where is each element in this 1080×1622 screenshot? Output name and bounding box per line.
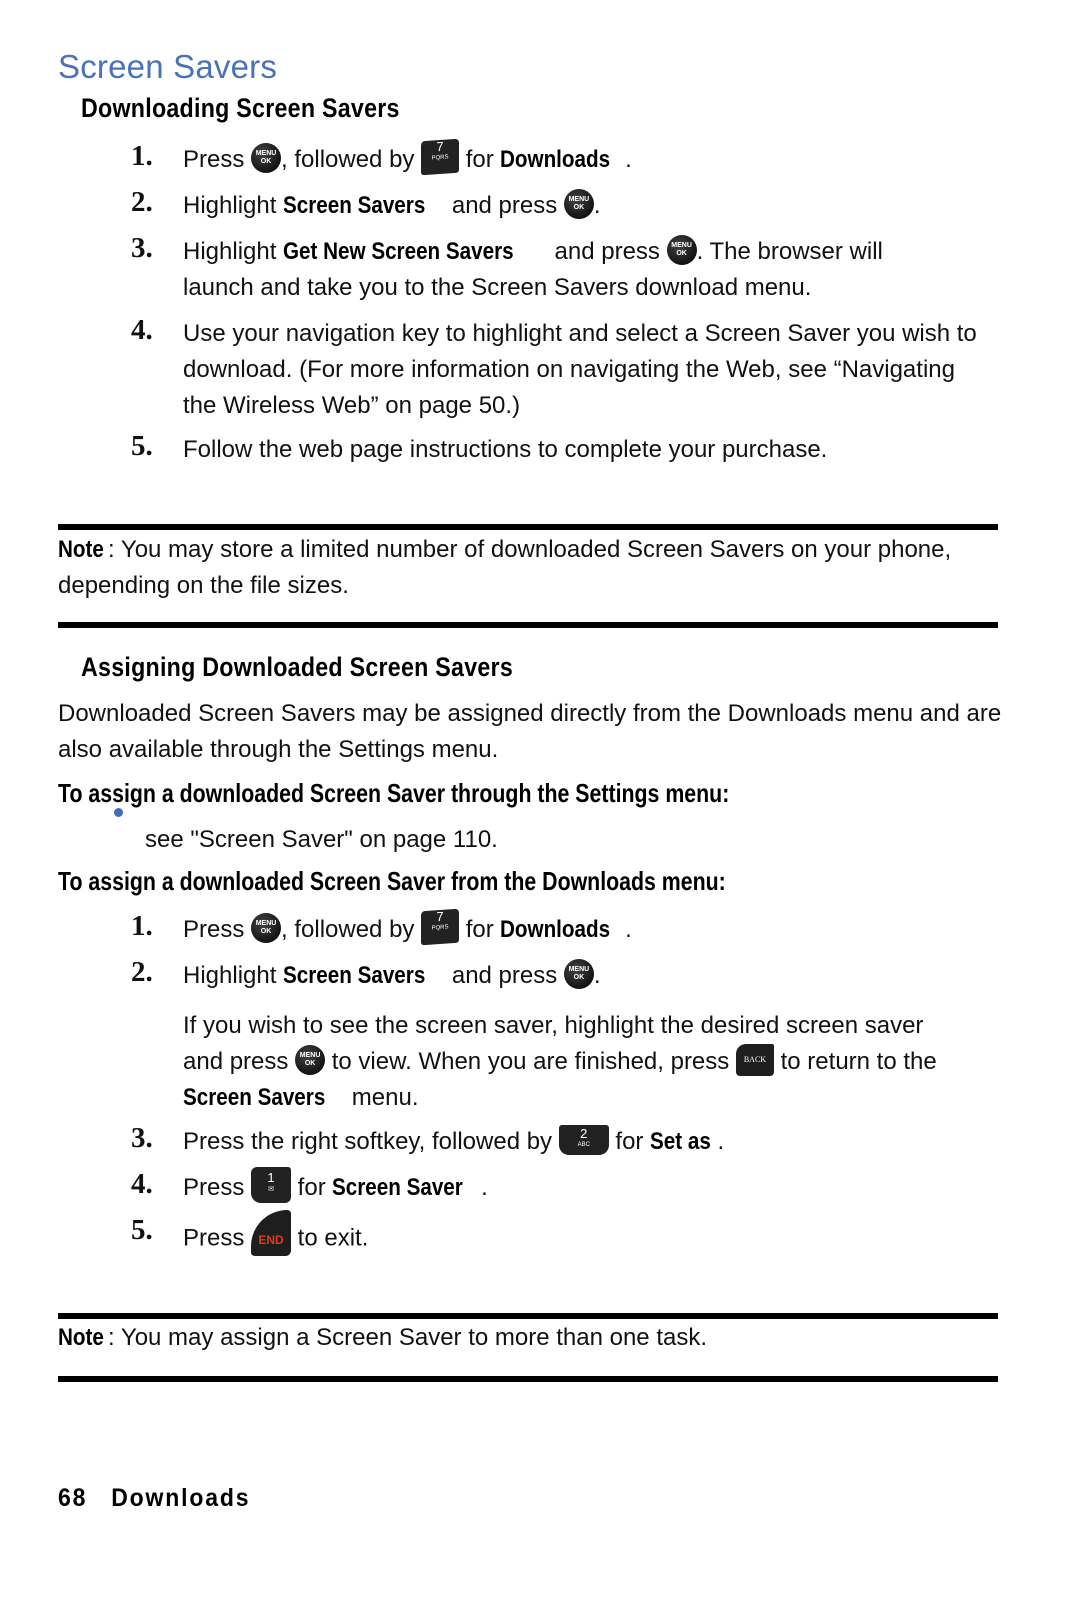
menu-ok-key-icon: MENU OK	[251, 912, 282, 943]
step-4-assign: Press 1 ✉ for Screen Saver.	[183, 1166, 488, 1207]
menu-ok-key-icon: MENU OK	[666, 234, 697, 265]
step-text: .	[593, 192, 601, 219]
step-number: 5.	[131, 1214, 153, 1246]
step-text: for	[608, 1128, 651, 1155]
step-text: Press	[183, 1224, 252, 1252]
step-text: .	[625, 916, 632, 943]
section-heading-assigning: Assigning Downloaded Screen Savers	[81, 652, 514, 682]
step-number: 4.	[131, 314, 153, 346]
menu-label-get-new-screen-savers: Get New Screen Savers	[283, 238, 514, 265]
step-number: 5.	[131, 430, 153, 462]
step-text: .	[481, 1174, 488, 1201]
menu-label-screen-savers: Screen Savers	[283, 192, 426, 219]
step-text: menu.	[345, 1084, 419, 1111]
step-2-assign: Highlight Screen Savers and press MENU OK…	[183, 958, 601, 994]
menu-label-downloads: Downloads	[500, 916, 611, 943]
menu-label-screen-savers: Screen Savers	[183, 1084, 326, 1111]
note-multiple-tasks: Note: You may assign a Screen Saver to m…	[58, 1320, 958, 1356]
bullet-icon	[114, 808, 123, 817]
step-text: and press	[445, 962, 564, 989]
step-text: and press	[445, 192, 564, 219]
step-number: 1.	[131, 140, 153, 172]
step-text: and press	[183, 1048, 296, 1075]
note-divider	[58, 1376, 998, 1382]
step-2-download: Highlight Screen Savers and press MENU OK…	[183, 188, 601, 224]
step-text: If you wish to see the screen saver, hig…	[183, 1012, 924, 1039]
step-1-assign: Press MENU OK, followed by 7 PQRS for Down…	[183, 908, 632, 948]
step-number: 4.	[131, 1168, 153, 1200]
step-text: and press	[547, 238, 667, 265]
note-divider	[58, 622, 998, 628]
step-3-assign: Press the right softkey, followed by 2 AB…	[183, 1124, 724, 1160]
key-2-icon: 2 ABC	[558, 1124, 609, 1155]
step-5-assign: Press END to exit.	[183, 1210, 369, 1262]
note-text: : You may assign a Screen Saver to more …	[107, 1324, 707, 1351]
step-1-download: Press MENU OK, followed by 7 PQRS for Down…	[183, 138, 632, 178]
step-text: launch and take you to the Screen Savers…	[183, 274, 812, 301]
menu-label-screen-saver: Screen Saver	[332, 1174, 464, 1201]
step-5-download: Follow the web page instructions to comp…	[183, 436, 828, 463]
step-number: 3.	[131, 1122, 153, 1154]
step-text: Highlight	[183, 962, 284, 989]
menu-ok-key-icon: MENU OK	[563, 958, 594, 989]
step-text: .	[625, 146, 632, 173]
menu-ok-key-icon: MENU OK	[563, 188, 594, 219]
step-text: Press	[183, 916, 252, 943]
section-heading-downloading: Downloading Screen Savers	[81, 93, 400, 123]
step-3-download: Highlight Get New Screen Savers and pres…	[183, 234, 883, 306]
end-key-icon: END	[251, 1210, 292, 1256]
menu-ok-key-icon: MENU OK	[251, 142, 282, 173]
step-text: for	[291, 1174, 333, 1201]
step-text: , followed by	[281, 916, 422, 943]
step-text: Press	[183, 146, 252, 173]
step-text: to exit.	[291, 1224, 369, 1252]
step-text: .	[717, 1128, 725, 1155]
step-number: 2.	[131, 956, 153, 988]
note-divider	[58, 1313, 998, 1319]
menu-label-downloads: Downloads	[500, 146, 611, 173]
step-text: . The browser will	[696, 238, 883, 265]
key-7-icon: 7 PQRS	[421, 138, 460, 175]
subheading-downloads-menu: To assign a downloaded Screen Saver from…	[58, 866, 726, 896]
step-text: Highlight	[183, 192, 284, 219]
page-number: 68	[58, 1484, 88, 1512]
menu-ok-key-icon: MENU OK	[295, 1044, 326, 1075]
step-text: to return to the	[773, 1048, 937, 1075]
step-text: for	[459, 916, 501, 943]
step-4-download: Use your navigation key to highlight and…	[183, 320, 977, 419]
key-1-icon: 1 ✉	[251, 1166, 292, 1203]
step-text: to view. When you are finished, press	[325, 1048, 736, 1075]
note-text: : You may store a limited number of down…	[58, 536, 952, 599]
step-text: Highlight	[183, 238, 284, 265]
note-label: Note	[58, 536, 104, 563]
step-number: 2.	[131, 186, 153, 218]
step-text: Press	[183, 1174, 252, 1201]
footer-section-name: Downloads	[111, 1484, 251, 1512]
step-text: Press the right softkey, followed by	[183, 1128, 559, 1155]
step-text: .	[593, 962, 601, 989]
note-label: Note	[58, 1324, 104, 1351]
back-key-icon: BACK	[735, 1043, 774, 1076]
page-footer: 68 Downloads	[58, 1484, 250, 1513]
settings-reference-link: see "Screen Saver" on page 110.	[145, 826, 498, 853]
preview-instructions: If you wish to see the screen saver, hig…	[183, 1008, 937, 1116]
menu-label-set-as: Set as	[650, 1128, 711, 1155]
step-number: 3.	[131, 232, 153, 264]
step-text: for	[459, 146, 501, 173]
key-7-icon: 7 PQRS	[421, 908, 460, 945]
assigning-intro: Downloaded Screen Savers may be assigned…	[58, 700, 1002, 763]
step-text: , followed by	[281, 146, 422, 173]
page-title: Screen Savers	[58, 48, 278, 85]
menu-label-screen-savers: Screen Savers	[283, 962, 426, 989]
subheading-settings-menu: To assign a downloaded Screen Saver thro…	[58, 778, 730, 808]
step-number: 1.	[131, 910, 153, 942]
note-divider	[58, 524, 998, 530]
note-storage-limit: Note: You may store a limited number of …	[58, 532, 958, 604]
